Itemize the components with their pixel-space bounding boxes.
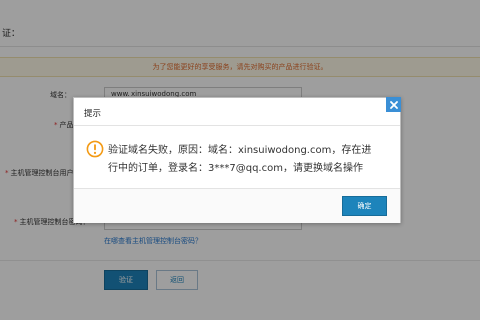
dialog-footer: 确定 <box>74 188 400 223</box>
close-button[interactable] <box>386 97 401 112</box>
dialog-message: 验证域名失败，原因：域名：xinsuiwodong.com，存在进行中的订单，登… <box>108 145 372 174</box>
dialog-title: 提示 <box>84 109 102 119</box>
dialog-title-divider <box>74 125 400 126</box>
warning-icon <box>86 140 104 158</box>
close-icon <box>389 100 398 109</box>
alert-dialog: 提示 验证域名失败，原因：域名：xinsuiwodong.com，存在进行中的订… <box>73 97 401 223</box>
confirm-button[interactable]: 确定 <box>342 196 387 216</box>
